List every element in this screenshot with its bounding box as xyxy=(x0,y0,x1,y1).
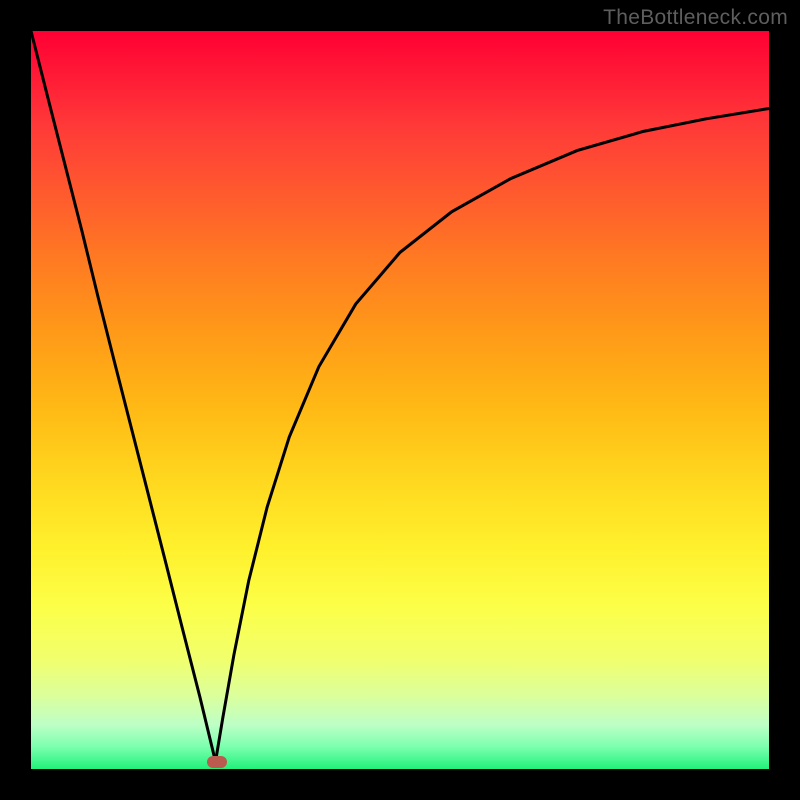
minimum-marker xyxy=(207,756,227,768)
curve-left-branch xyxy=(31,31,216,762)
curve-right-branch xyxy=(216,108,770,761)
curve-svg xyxy=(31,31,769,769)
watermark-text: TheBottleneck.com xyxy=(603,6,788,30)
chart-container: TheBottleneck.com xyxy=(0,0,800,800)
plot-area xyxy=(31,31,769,769)
